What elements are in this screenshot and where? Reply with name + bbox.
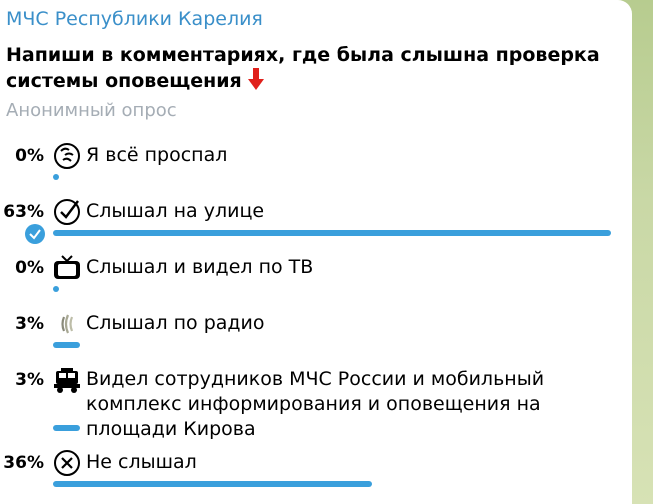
- red-down-arrow-icon: [247, 68, 264, 90]
- option-percent: 3%: [15, 370, 44, 390]
- option-percent: 0%: [15, 146, 44, 166]
- selected-answer-check-icon: [25, 224, 45, 244]
- option-text: Видел сотрудников МЧС России и мобильный…: [86, 368, 545, 440]
- option-text: Я всё проспал: [86, 144, 228, 166]
- option-text: Не слышал: [86, 451, 197, 473]
- option-text: Слышал на улице: [86, 200, 265, 222]
- poll-message: МЧС Республики Карелия Напиши в коммента…: [0, 0, 632, 504]
- option-text: Слышал и видел по ТВ: [86, 256, 314, 278]
- option-result-bar: [53, 481, 372, 487]
- option-percent: 63%: [3, 202, 44, 222]
- television-icon: [54, 255, 80, 279]
- poll-question: Напиши в комментариях, где была слышна п…: [6, 43, 621, 94]
- option-result-bar: [53, 425, 80, 431]
- poll-question-text: Напиши в комментариях, где была слышна п…: [6, 44, 600, 92]
- radio-waves-icon: [61, 314, 74, 334]
- sleeping-face-icon: [54, 143, 80, 169]
- option-percent: 36%: [3, 453, 44, 473]
- poll-type-label: Анонимный опрос: [6, 100, 177, 121]
- option-result-bar: [53, 342, 80, 348]
- option-result-bar: [53, 230, 611, 236]
- truck-icon: [54, 368, 80, 393]
- option-percent: 3%: [15, 314, 44, 334]
- option-text: Слышал по радио: [86, 312, 265, 334]
- check-mark-icon: [54, 199, 80, 225]
- option-result-bar: [53, 174, 59, 180]
- channel-name[interactable]: МЧС Республики Карелия: [6, 8, 263, 30]
- option-result-bar: [53, 286, 59, 292]
- cross-mark-icon: [54, 450, 80, 476]
- option-percent: 0%: [15, 258, 44, 278]
- checkmark-glyph-icon: [29, 229, 41, 240]
